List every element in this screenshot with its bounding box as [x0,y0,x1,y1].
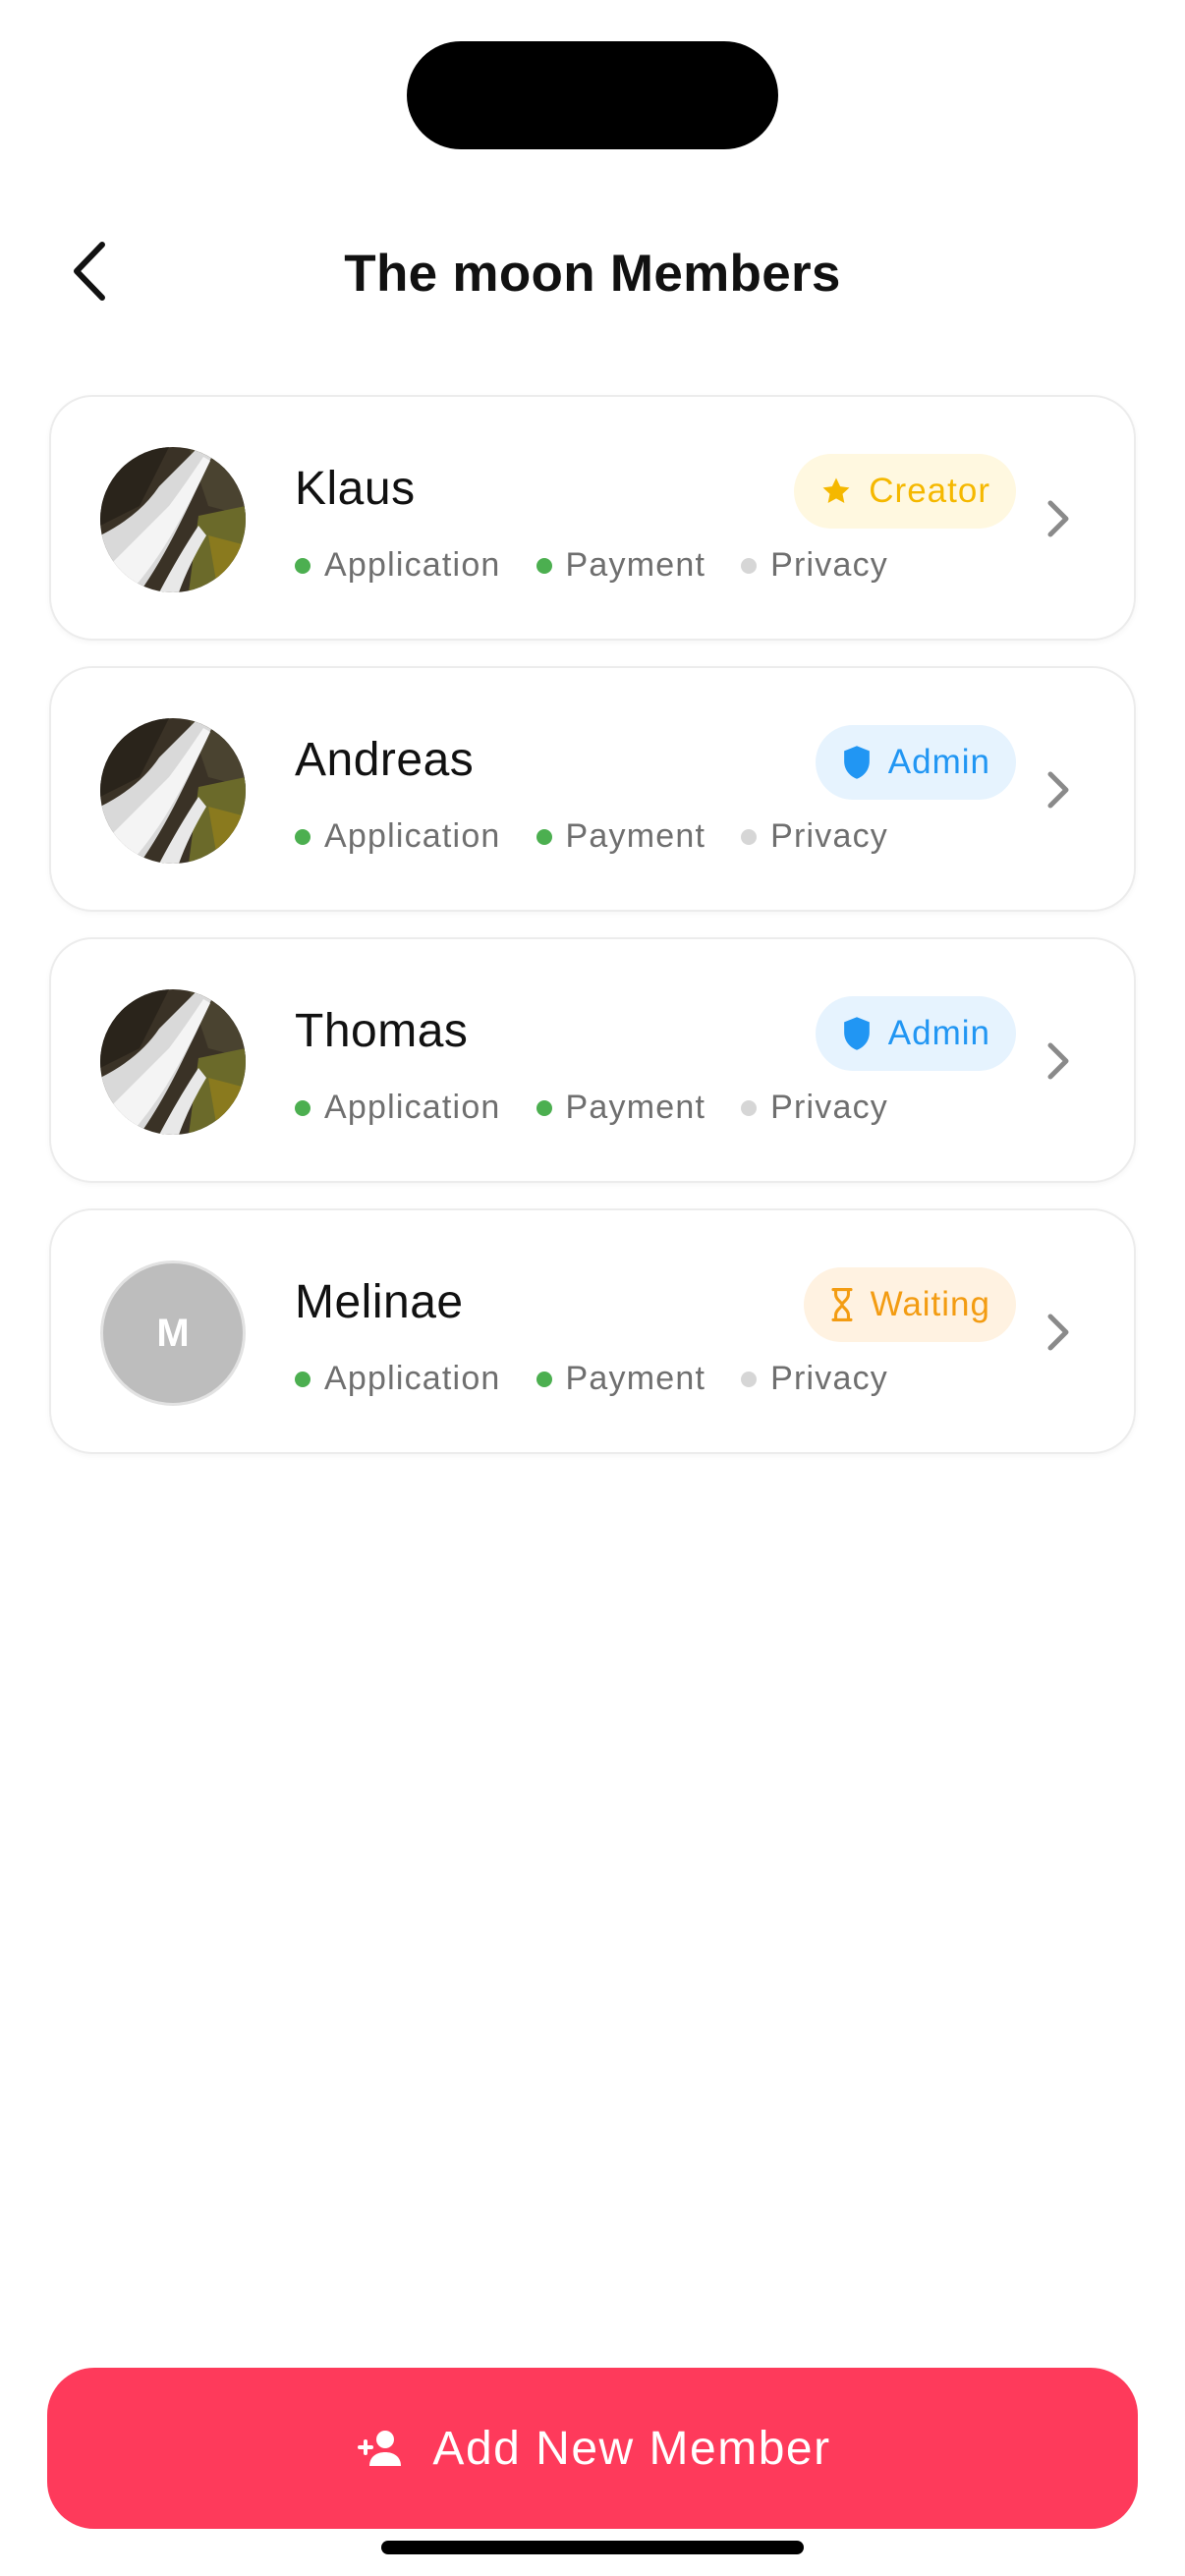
home-indicator [381,2541,804,2554]
status-dot [536,1371,552,1387]
status-label: Payment [565,1089,706,1126]
status-payment: Payment [536,1360,706,1398]
status-dot [295,1099,310,1116]
status-application: Application [295,817,501,856]
role-badge-admin: Admin [815,996,1016,1071]
star-icon [819,475,853,508]
status-application: Application [295,1360,501,1398]
status-dot [741,828,758,845]
chevron-right-icon [1047,1042,1069,1080]
shield-icon [841,1016,873,1051]
status-dot [536,1099,552,1116]
status-label: Application [324,546,501,584]
member-list: Klaus Creator Application Payment Privac… [49,395,1136,1480]
status-label: Privacy [770,1089,888,1126]
chevron-right-icon [1047,1314,1069,1351]
role-badge-admin: Admin [815,725,1016,800]
status-row: Application Payment Privacy [295,1089,924,1127]
add-button-label: Add New Member [432,2422,831,2475]
avatar-initial: M [156,1311,190,1355]
status-privacy: Privacy [741,546,888,585]
role-label: Admin [887,1014,990,1052]
role-label: Waiting [870,1285,990,1323]
status-row: Application Payment Privacy [295,546,924,585]
status-label: Payment [565,817,706,855]
avatar: M [100,1260,246,1406]
status-privacy: Privacy [741,817,888,856]
add-person-icon [354,2429,407,2468]
status-label: Payment [565,546,706,584]
add-new-member-button[interactable]: Add New Member [47,2368,1138,2529]
member-name: Andreas [295,734,475,786]
status-dot [295,828,310,845]
status-label: Privacy [770,546,888,584]
chevron-right-icon [1047,771,1069,809]
role-badge-creator: Creator [794,454,1016,529]
status-privacy: Privacy [741,1360,888,1398]
status-application: Application [295,1089,501,1127]
page-title: The moon Members [344,245,841,303]
status-label: Application [324,1089,501,1126]
status-application: Application [295,546,501,585]
avatar [100,447,246,592]
status-privacy: Privacy [741,1089,888,1127]
avatar [100,989,246,1135]
member-card[interactable]: Andreas Admin Application Payment Privac… [49,666,1136,912]
status-label: Application [324,1360,501,1397]
status-label: Payment [565,1360,706,1397]
status-payment: Payment [536,817,706,856]
member-card[interactable]: Thomas Admin Application Payment Privacy [49,937,1136,1183]
status-label: Application [324,817,501,855]
status-dot [741,1371,758,1387]
member-name: Melinae [295,1276,464,1328]
role-label: Admin [887,743,990,781]
status-label: Privacy [770,1360,888,1397]
status-row: Application Payment Privacy [295,817,924,856]
member-name: Klaus [295,463,416,515]
chevron-right-icon [1047,500,1069,537]
shield-icon [841,745,873,780]
avatar [100,718,246,864]
status-payment: Payment [536,1089,706,1127]
dynamic-island [407,41,778,149]
status-dot [741,1099,758,1116]
status-label: Privacy [770,817,888,855]
status-dot [536,828,552,845]
member-name: Thomas [295,1005,469,1057]
header: The moon Members [0,216,1185,324]
member-card[interactable]: Klaus Creator Application Payment Privac… [49,395,1136,641]
member-card[interactable]: M Melinae Waiting Application Payment Pr… [49,1208,1136,1454]
status-row: Application Payment Privacy [295,1360,924,1398]
role-label: Creator [869,472,990,510]
status-payment: Payment [536,546,706,585]
role-badge-waiting: Waiting [803,1267,1016,1342]
status-dot [295,1371,310,1387]
hourglass-icon [829,1287,855,1322]
status-dot [295,557,310,574]
status-dot [741,557,758,574]
status-dot [536,557,552,574]
